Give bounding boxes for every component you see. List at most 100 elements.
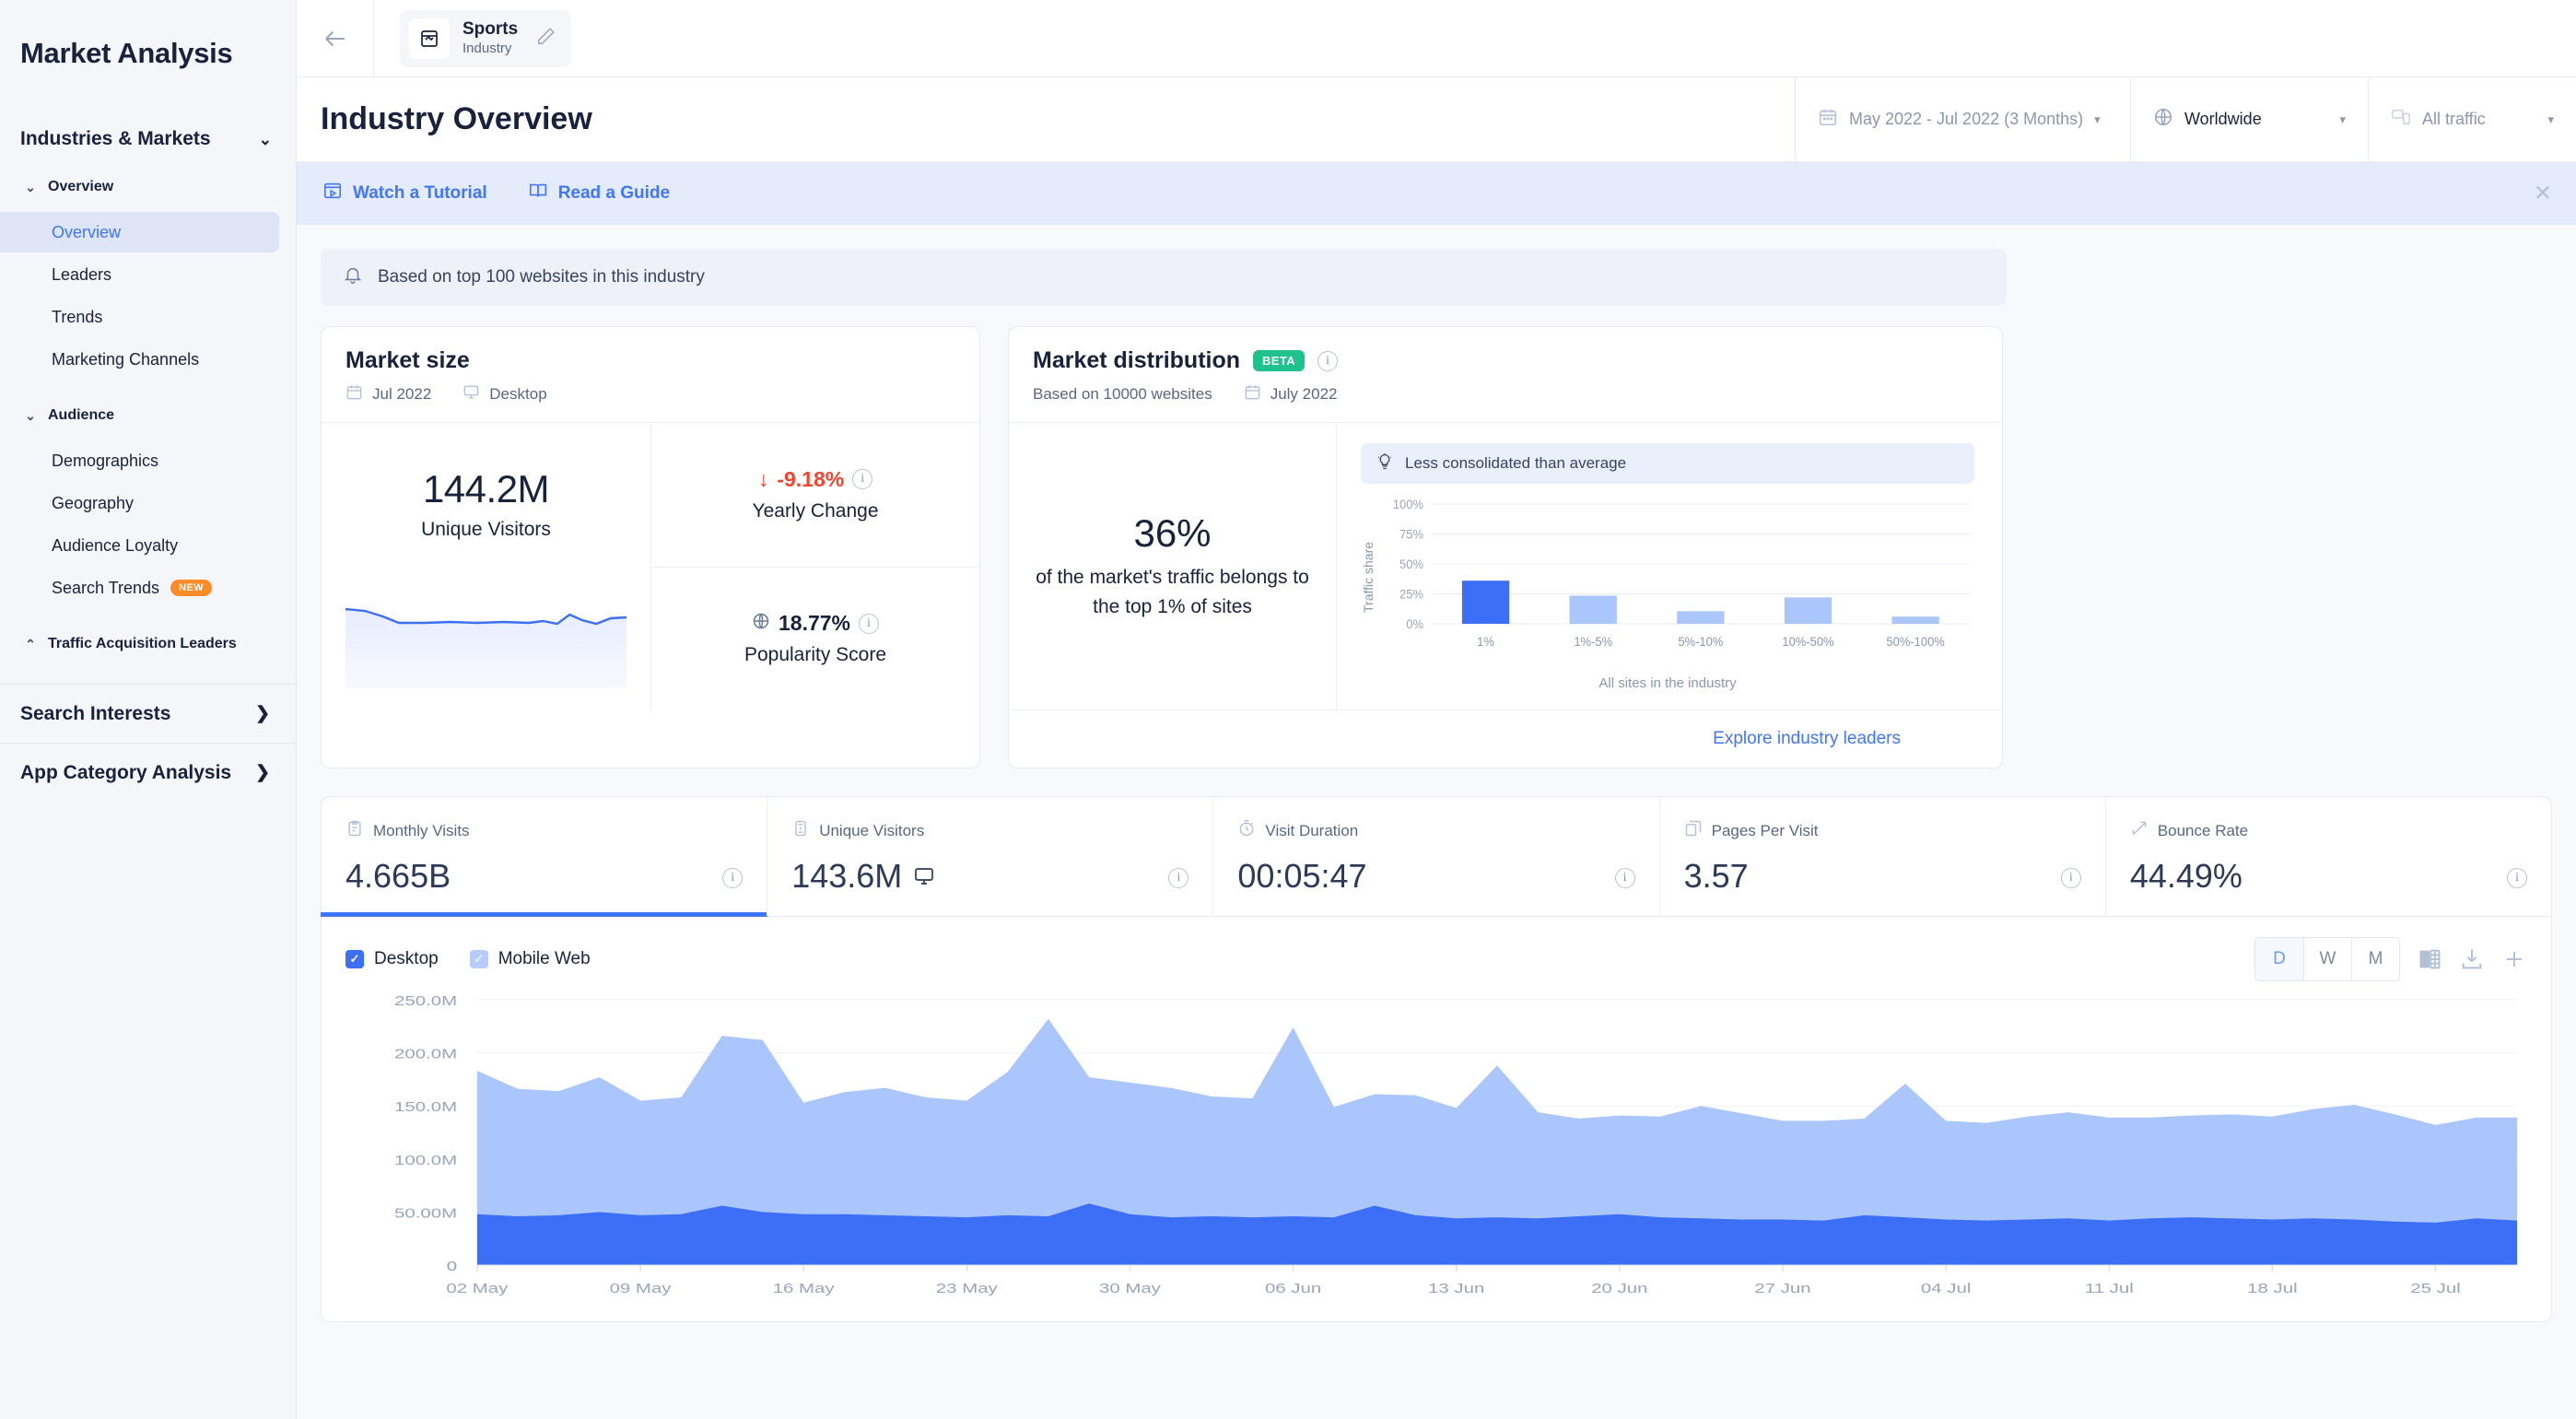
svg-text:X: X xyxy=(2421,956,2428,967)
market-distribution-websites: Based on 10000 websites xyxy=(1033,385,1212,403)
svg-text:18 Jul: 18 Jul xyxy=(2247,1281,2297,1296)
kpi-unique-visitors[interactable]: Unique Visitors 143.6M i xyxy=(767,797,1212,916)
chevron-right-icon: ❯ xyxy=(255,763,270,782)
market-distribution-title-row: Market distribution BETA i xyxy=(1033,347,1978,374)
legend-item-desktop[interactable]: ✓ Desktop xyxy=(345,949,439,969)
region-value: Worldwide xyxy=(2184,110,2262,128)
market-distribution-header: Market distribution BETA i Based on 1000… xyxy=(1009,327,2002,423)
yearly-change-metric: ↓ -9.18% i Yearly Change xyxy=(651,423,979,567)
back-button[interactable] xyxy=(297,0,374,77)
industry-tab-chip[interactable]: Sports Industry xyxy=(400,9,572,67)
traffic-type-filter[interactable]: All traffic ▾ xyxy=(2368,76,2576,162)
calendar-icon xyxy=(345,383,363,405)
sidebar-item-audience-loyalty[interactable]: Audience Loyalty xyxy=(0,525,279,566)
arrow-left-icon xyxy=(324,30,345,46)
sidebar-section-industries[interactable]: Industries & Markets ⌄ xyxy=(0,114,296,164)
top-bar: Sports Industry xyxy=(297,0,2576,77)
sidebar-item-app-category-analysis[interactable]: App Category Analysis ❯ xyxy=(0,743,296,802)
kpi-value: 4.665B xyxy=(345,857,451,895)
svg-text:20 Jun: 20 Jun xyxy=(1591,1281,1647,1296)
market-distribution-subtitle: Based on 10000 websites July 2022 xyxy=(1033,383,1978,405)
watch-tutorial-link[interactable]: Watch a Tutorial xyxy=(322,181,487,206)
info-icon[interactable]: i xyxy=(2060,868,2081,888)
close-icon[interactable]: ✕ xyxy=(2534,181,2552,207)
trend-icon xyxy=(2130,819,2149,842)
granularity-day[interactable]: D xyxy=(2255,938,2303,980)
traffic-chart-card: ✓ Desktop ✓ Mobile Web D W M X 0 50.00M … xyxy=(321,917,2552,1322)
chevron-down-icon: ⌄ xyxy=(25,179,36,194)
sidebar-item-overview[interactable]: Overview xyxy=(0,212,279,252)
status-badge: NEW xyxy=(170,580,212,596)
sidebar-item-label: Overview xyxy=(52,222,122,241)
kpi-value: 3.57 xyxy=(1683,857,1749,895)
kpi-pages-per-visit[interactable]: Pages Per Visit 3.57 i xyxy=(1658,797,2105,916)
explore-industry-leaders-link[interactable]: Explore industry leaders xyxy=(1713,729,1901,749)
info-icon[interactable]: i xyxy=(2507,868,2528,888)
sidebar-group-traffic-acquisition-leaders[interactable]: ⌃ Traffic Acquisition Leaders xyxy=(0,621,296,667)
sidebar-item-label: Audience Loyalty xyxy=(52,535,179,555)
market-size-sparkline xyxy=(344,596,628,698)
book-icon xyxy=(528,181,548,206)
market-distribution-chart-area: Less consolidated than average Traffic s… xyxy=(1337,423,2002,710)
info-icon[interactable]: i xyxy=(859,613,879,634)
download-icon[interactable] xyxy=(2459,946,2485,972)
filter-bar: May 2022 - Jul 2022 (3 Months) ▾ Worldwi… xyxy=(1795,76,2576,162)
info-banner-text: Based on top 100 websites in this indust… xyxy=(378,267,705,287)
sidebar-item-geography[interactable]: Geography xyxy=(0,483,279,523)
date-range-filter[interactable]: May 2022 - Jul 2022 (3 Months) ▾ xyxy=(1795,76,2130,162)
read-guide-link[interactable]: Read a Guide xyxy=(528,181,670,206)
sidebar-item-leaders[interactable]: Leaders xyxy=(0,254,279,295)
popularity-score-metric: 18.77% i Popularity Score xyxy=(651,566,979,711)
chevron-right-icon: ❯ xyxy=(255,704,270,723)
info-icon[interactable]: i xyxy=(852,469,873,490)
sidebar-group-overview[interactable]: ⌄ Overview xyxy=(0,164,296,210)
svg-text:30 May: 30 May xyxy=(1099,1281,1161,1296)
chevron-down-icon: ⌄ xyxy=(25,407,36,423)
sidebar-item-label: Geography xyxy=(52,493,135,512)
beta-badge: BETA xyxy=(1253,350,1306,371)
bell-icon xyxy=(343,264,363,290)
kpi-monthly-visits[interactable]: Monthly Visits 4.665B i xyxy=(320,797,768,917)
info-icon[interactable]: i xyxy=(1614,868,1635,888)
svg-text:25%: 25% xyxy=(1399,587,1423,602)
sidebar-item-search-interests[interactable]: Search Interests ❯ xyxy=(0,684,296,743)
svg-text:23 May: 23 May xyxy=(936,1281,998,1296)
svg-text:1%: 1% xyxy=(1477,635,1494,650)
excel-export-icon[interactable]: X xyxy=(2417,946,2442,972)
industry-tab-title: Sports xyxy=(463,18,519,39)
popularity-value-row: 18.77% i xyxy=(752,611,879,636)
stopwatch-icon xyxy=(1237,819,1256,842)
devices-icon xyxy=(2391,107,2411,132)
sidebar-item-demographics[interactable]: Demographics xyxy=(0,440,279,481)
checkbox-desktop[interactable]: ✓ xyxy=(345,950,364,968)
legend-item-mobile-web[interactable]: ✓ Mobile Web xyxy=(469,949,591,969)
sidebar: Market Analysis Industries & Markets ⌄ ⌄… xyxy=(0,0,297,1419)
content-scroll: Based on top 100 websites in this indust… xyxy=(297,225,2576,1419)
kpi-bounce-rate[interactable]: Bounce Rate 44.49% i xyxy=(2104,797,2551,916)
sidebar-item-search-trends[interactable]: Search Trends NEW xyxy=(0,568,279,608)
checkbox-mobile-web[interactable]: ✓ xyxy=(469,950,488,968)
sidebar-item-trends[interactable]: Trends xyxy=(0,297,279,337)
svg-text:250.0M: 250.0M xyxy=(394,993,457,1009)
svg-text:50%-100%: 50%-100% xyxy=(1886,635,1944,650)
granularity-week[interactable]: W xyxy=(2303,938,2351,980)
kpi-visit-duration[interactable]: Visit Duration 00:05:47 i xyxy=(1212,797,1658,916)
edit-icon[interactable] xyxy=(536,26,556,51)
market-distribution-desc: of the market's traffic belongs to the t… xyxy=(1036,567,1309,617)
granularity-segmented-control: D W M xyxy=(2254,937,2400,981)
chart-tools: D W M X xyxy=(2254,937,2527,981)
info-icon[interactable]: i xyxy=(1317,350,1339,371)
add-icon[interactable] xyxy=(2501,946,2527,972)
yearly-change-label: Yearly Change xyxy=(752,499,879,522)
kpi-value: 00:05:47 xyxy=(1237,857,1367,895)
traffic-share-bar-chart: Traffic share 0% 25% 50% 75% 100% 1% 1%-5% 5%-1… xyxy=(1361,498,1974,655)
sidebar-item-marketing-channels[interactable]: Marketing Channels xyxy=(0,339,279,380)
granularity-month[interactable]: M xyxy=(2351,938,2399,980)
svg-text:50.00M: 50.00M xyxy=(394,1205,457,1221)
title-bar: Industry Overview May 2022 - Jul 2022 (3… xyxy=(297,76,2576,162)
brand-title: Market Analysis xyxy=(20,37,233,69)
sidebar-group-audience[interactable]: ⌄ Audience xyxy=(0,393,296,439)
desktop-icon xyxy=(913,857,935,896)
industry-icon xyxy=(409,18,450,59)
region-filter[interactable]: Worldwide ▾ xyxy=(2130,76,2368,162)
